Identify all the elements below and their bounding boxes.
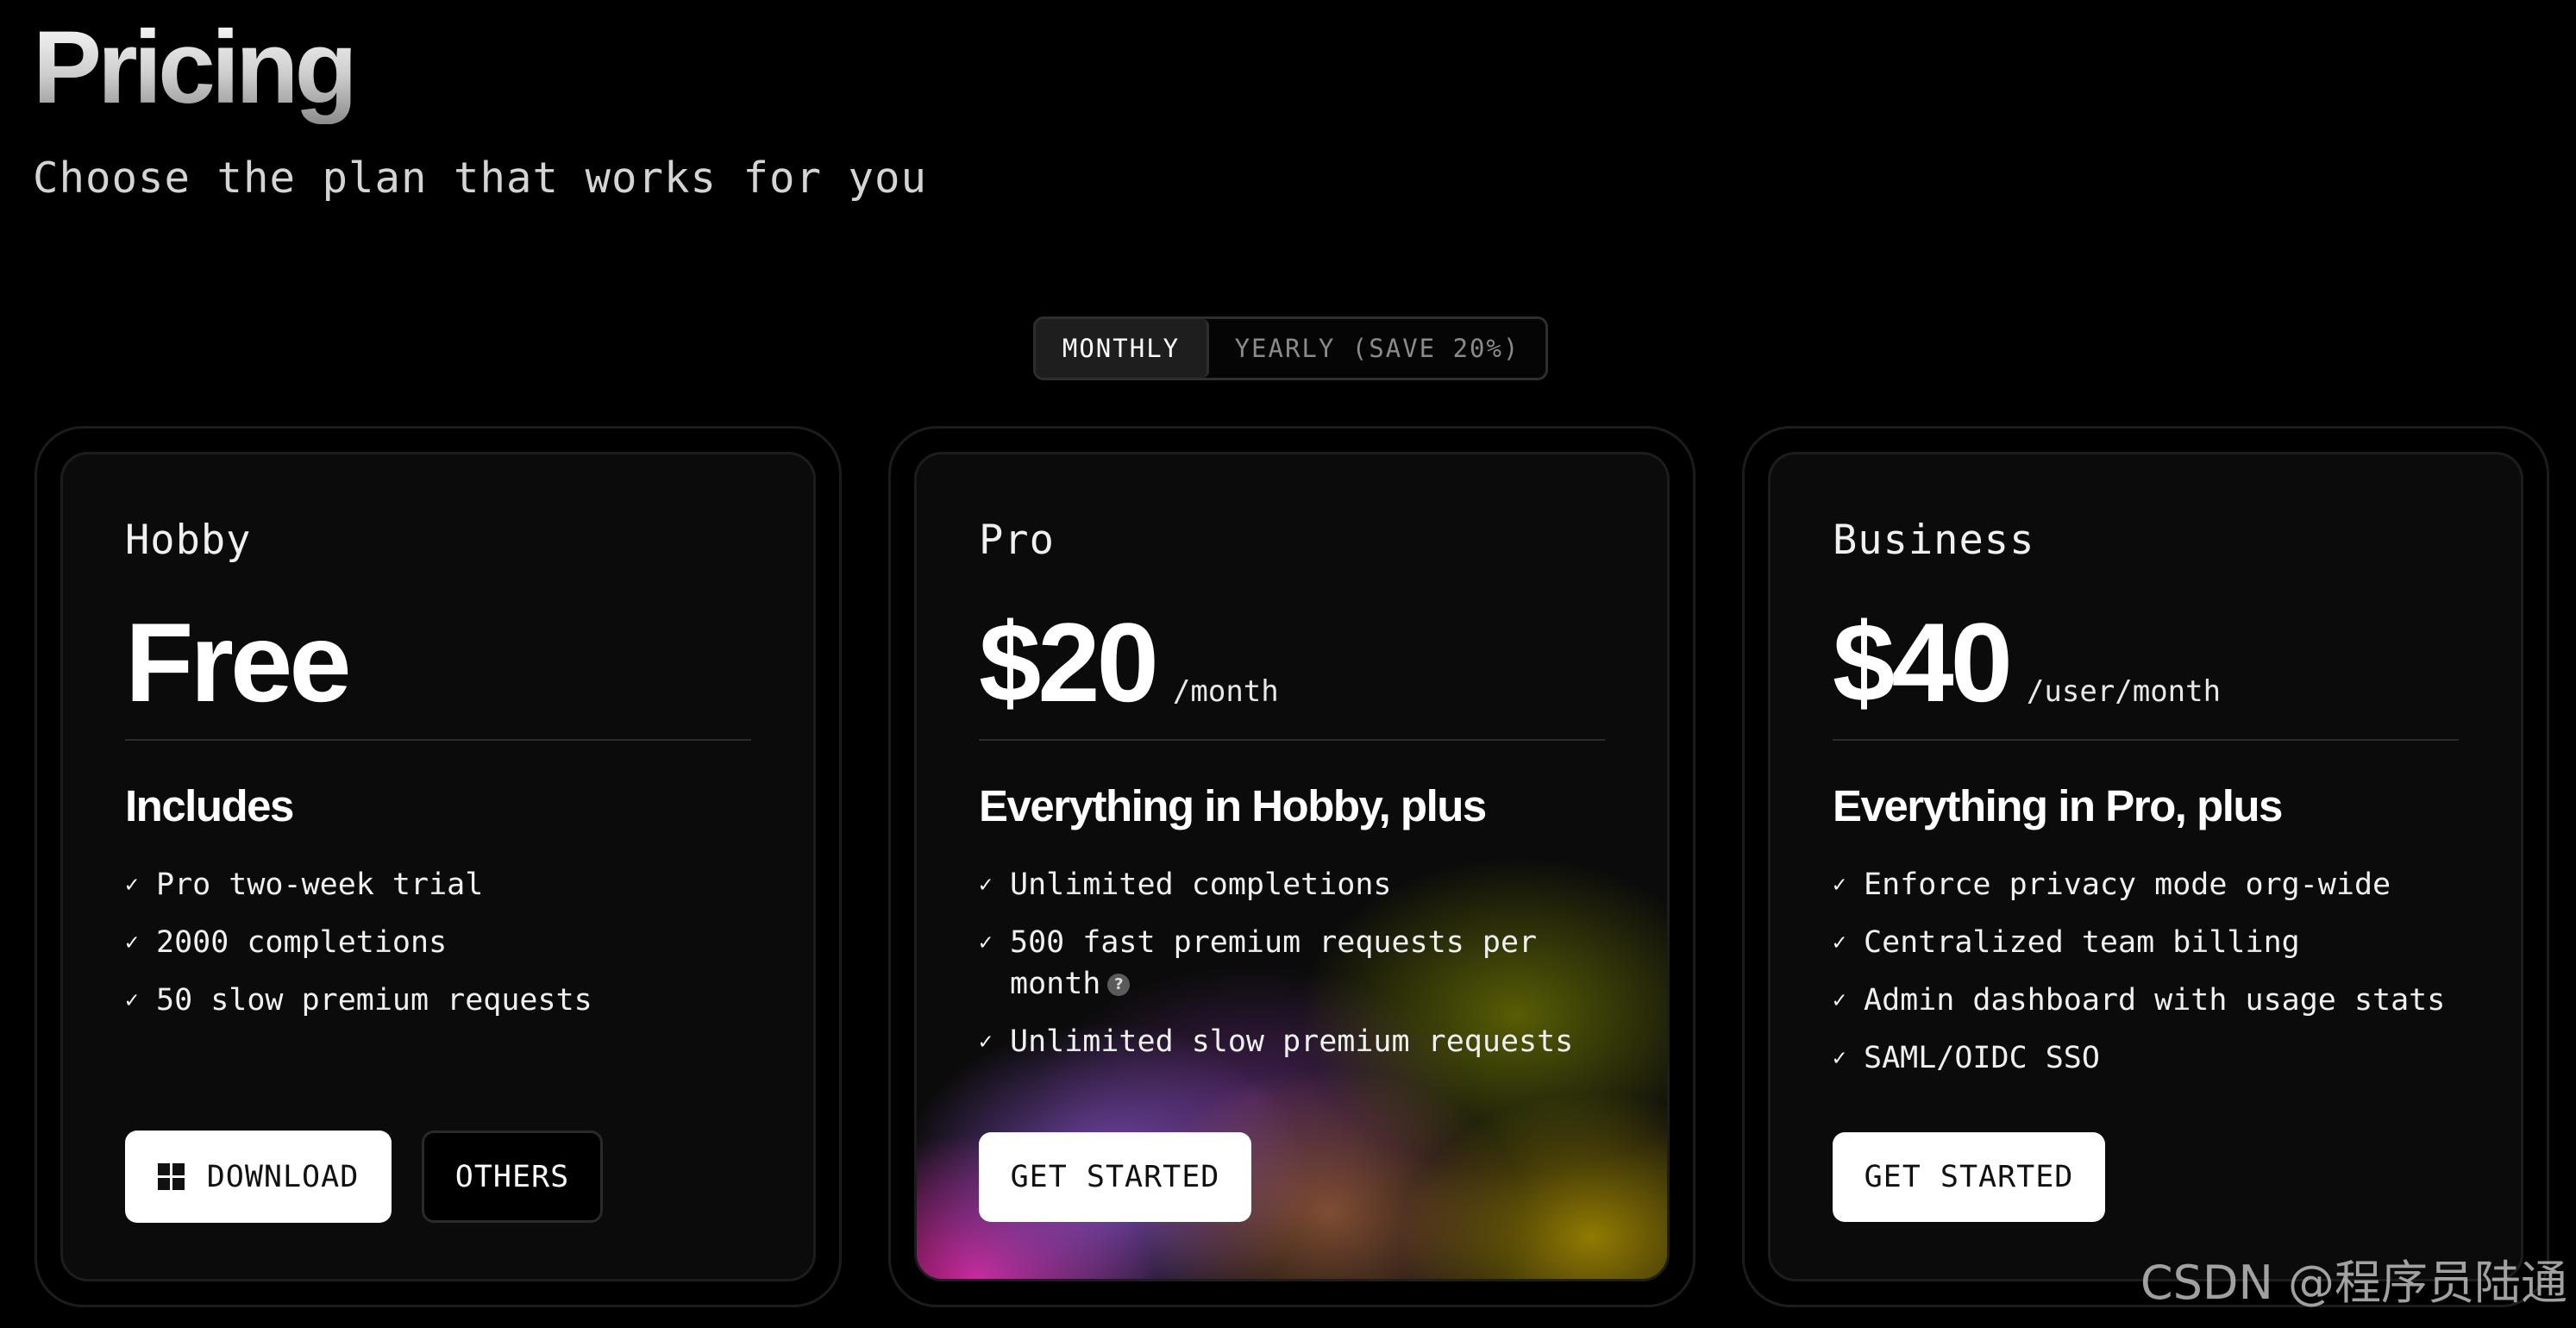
get-started-button-pro[interactable]: GET STARTED [979,1132,1251,1222]
includes-heading: Everything in Hobby, plus [979,781,1487,830]
feature-text: Unlimited completions [1010,868,1392,902]
plan-name: Hobby [125,517,252,564]
plan-card-business: Business $40 /user/month Everything in P… [1742,426,2549,1307]
plan-card-business-inner: Business $40 /user/month Everything in P… [1768,452,2523,1281]
feature-item: ✓ SAML/OIDC SSO [1833,1037,2459,1079]
feature-text: Centralized team billing [1864,925,2300,960]
check-icon: ✓ [1833,1045,1846,1071]
get-started-label: GET STARTED [1010,1160,1220,1194]
feature-text: SAML/OIDC SSO [1864,1041,2100,1075]
plan-card-pro: Pro $20 /month Everything in Hobby, plus… [888,426,1695,1307]
plan-card-pro-inner: Pro $20 /month Everything in Hobby, plus… [914,452,1670,1281]
feature-text: Pro two-week trial [156,868,484,902]
check-icon: ✓ [979,1029,993,1055]
feature-text: 50 slow premium requests [156,983,592,1018]
help-icon[interactable]: ? [1107,974,1131,996]
plan-card-hobby: Hobby Free Includes ✓ Pro two-week trial … [34,426,842,1307]
download-button[interactable]: DOWNLOAD [125,1131,392,1223]
feature-item: ✓ Unlimited slow premium requests [979,1021,1605,1062]
yearly-option[interactable]: YEARLY (SAVE 20%) [1209,319,1545,378]
download-button-label: DOWNLOAD [206,1159,360,1194]
plan-price: $40 [1833,599,2013,725]
divider [125,739,751,741]
feature-text: Admin dashboard with usage stats [1864,983,2446,1018]
plan-price: $20 [979,599,1159,725]
feature-item: ✓ Pro two-week trial [125,864,751,905]
feature-text-with-help: 500 fast premium requests per month? [1010,922,1562,1005]
check-icon: ✓ [1833,987,1846,1013]
check-icon: ✓ [125,930,139,955]
others-button-label: OTHERS [454,1159,570,1194]
page-subtitle: Choose the plan that works for you [33,153,928,203]
feature-text: Enforce privacy mode org-wide [1864,868,2391,902]
divider [979,739,1605,741]
feature-list: ✓ Unlimited completions ✓ 500 fast premium… [979,864,1605,1079]
plan-name: Pro [979,517,1055,564]
check-icon: ✓ [125,872,139,898]
feature-item: ✓ Unlimited completions [979,864,1605,905]
feature-item: ✓ Enforce privacy mode org-wide [1833,864,2459,905]
feature-item: ✓ 50 slow premium requests [125,980,751,1021]
includes-heading: Everything in Pro, plus [1833,781,2283,830]
check-icon: ✓ [1833,930,1846,955]
price-unit: /month [1172,674,1279,709]
check-icon: ✓ [979,930,993,955]
check-icon: ✓ [979,872,993,898]
check-icon: ✓ [1833,872,1846,898]
get-started-label: GET STARTED [1864,1160,2074,1194]
feature-list: ✓ Enforce privacy mode org-wide ✓ Centrali… [1833,864,2459,1095]
others-button[interactable]: OTHERS [422,1131,603,1223]
price-unit: /user/month [2026,674,2222,709]
watermark: CSDN @程序员陆通 [2140,1256,2567,1310]
feature-item: ✓ 2000 completions [125,922,751,963]
divider [1833,739,2459,741]
monthly-option[interactable]: MONTHLY [1036,319,1209,378]
includes-heading: Includes [125,781,294,830]
price-row: $40 /user/month [1833,601,2221,724]
price-row: Free [125,599,352,725]
get-started-button-business[interactable]: GET STARTED [1833,1132,2105,1222]
feature-item: ✓ Admin dashboard with usage stats [1833,980,2459,1021]
billing-period-toggle: MONTHLY YEARLY (SAVE 20%) [1033,316,1548,380]
feature-item: ✓ 500 fast premium requests per month? [979,922,1605,1005]
feature-text: Unlimited slow premium requests [1010,1024,1574,1059]
feature-item: ✓ Centralized team billing [1833,922,2459,963]
windows-icon [157,1163,185,1190]
plan-card-hobby-inner: Hobby Free Includes ✓ Pro two-week trial … [60,452,816,1281]
plan-price: Free [125,599,352,725]
check-icon: ✓ [125,987,139,1013]
price-row: $20 /month [979,601,1279,724]
pricing-page: Pricing Choose the plan that works for y… [0,0,2576,1328]
feature-text: 2000 completions [156,925,448,960]
feature-text: 500 fast premium requests per month [1010,925,1538,1001]
feature-list: ✓ Pro two-week trial ✓ 2000 completions ✓ 5… [125,864,751,1037]
plan-name: Business [1833,517,2035,564]
page-title: Pricing [33,9,358,125]
